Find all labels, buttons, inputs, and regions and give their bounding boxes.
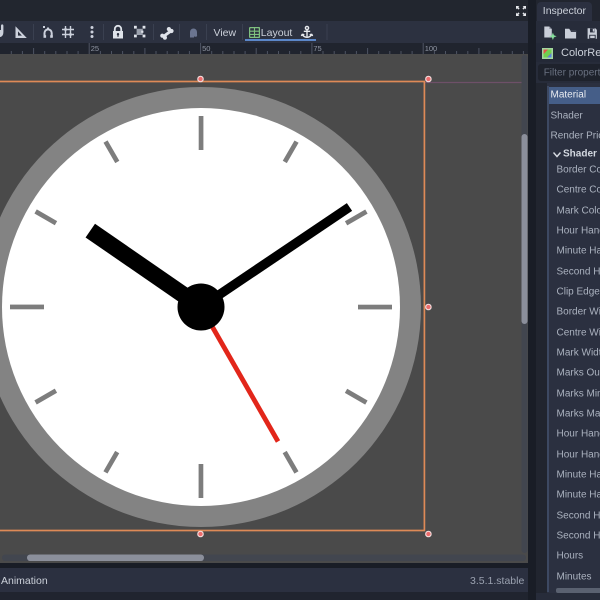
svg-text:25: 25 [91, 44, 99, 53]
svg-text:50: 50 [202, 44, 210, 53]
svg-text:100: 100 [425, 44, 438, 53]
svg-text:75: 75 [313, 44, 321, 53]
